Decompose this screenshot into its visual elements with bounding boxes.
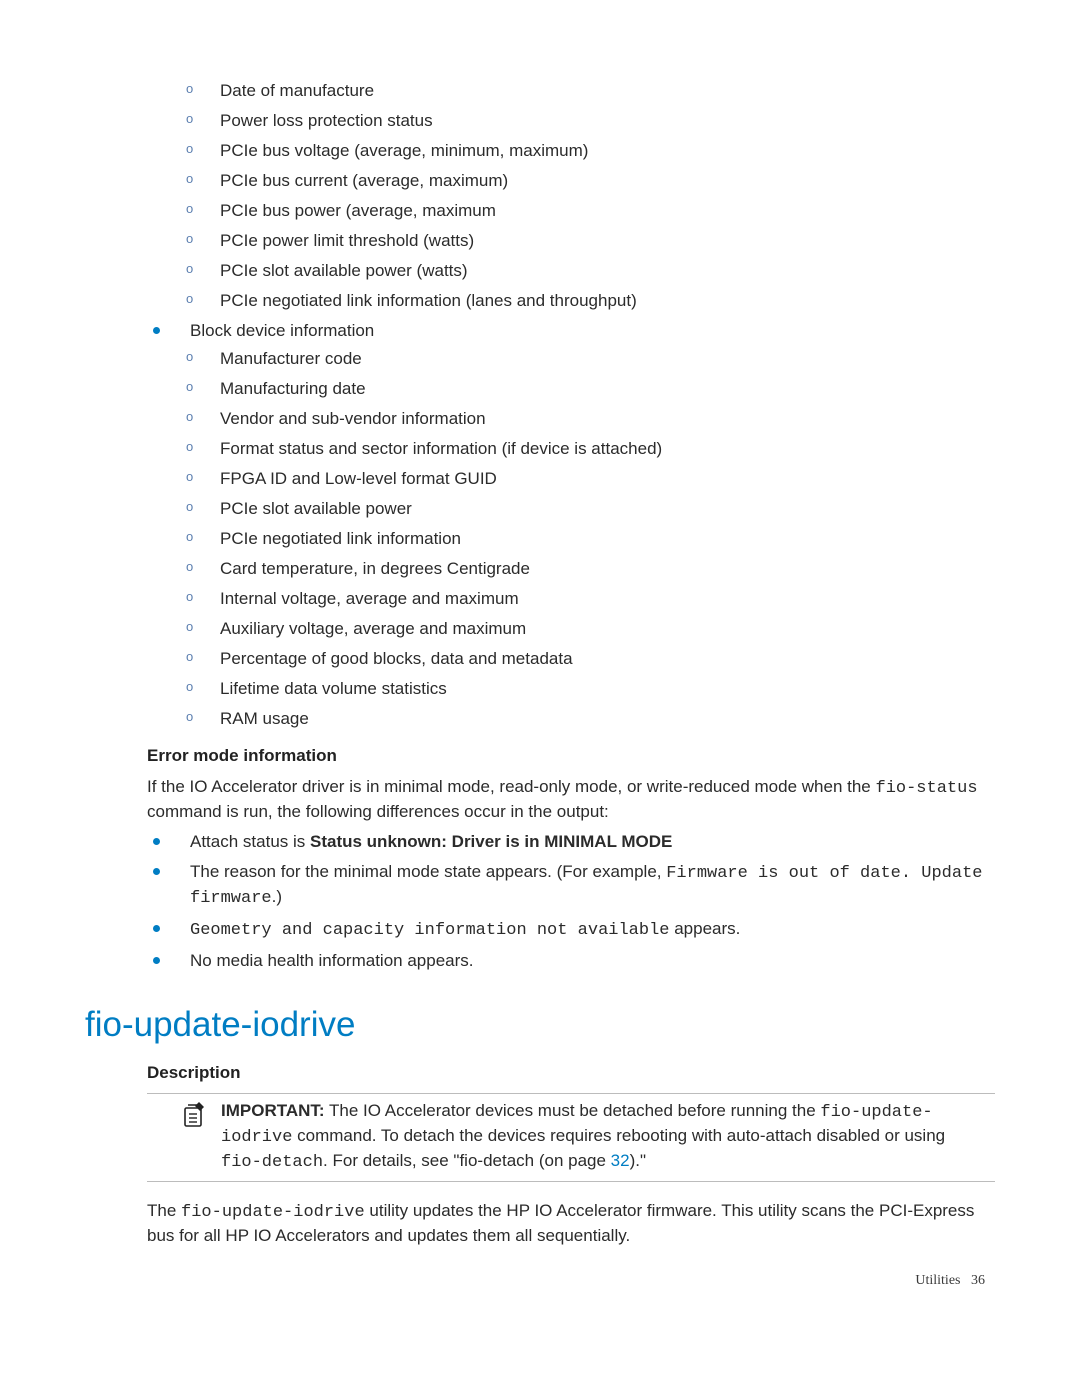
error-mode-intro: If the IO Accelerator driver is in minim… <box>147 776 995 824</box>
page-footer: Utilities 36 <box>915 1273 985 1289</box>
text: The reason for the minimal mode state ap… <box>190 862 666 881</box>
description-heading: Description <box>147 1062 995 1085</box>
list-item: Geometry and capacity information not av… <box>85 918 995 943</box>
page-link[interactable]: 32 <box>611 1151 630 1170</box>
list-item: The reason for the minimal mode state ap… <box>85 861 995 911</box>
inline-code: fio-detach <box>221 1153 323 1172</box>
text: command. To detach the devices requires … <box>292 1126 945 1145</box>
important-callout: IMPORTANT: The IO Accelerator devices mu… <box>147 1093 995 1182</box>
block-device-sublist: Manufacturer code Manufacturing date Ven… <box>118 348 995 730</box>
list-item: Power loss protection status <box>85 110 995 133</box>
list-item: Lifetime data volume statistics <box>118 678 995 701</box>
text: Attach status is <box>190 832 310 851</box>
list-item: Attach status is Status unknown: Driver … <box>85 831 995 854</box>
footer-section: Utilities <box>915 1273 960 1288</box>
text: The <box>147 1201 181 1220</box>
block-device-label: Block device information <box>190 321 374 340</box>
text: If the IO Accelerator driver is in minim… <box>147 777 876 796</box>
list-item: Vendor and sub-vendor information <box>118 408 995 431</box>
list-item: Percentage of good blocks, data and meta… <box>118 648 995 671</box>
bold-text: Status unknown: Driver is in MINIMAL MOD… <box>310 832 672 851</box>
list-item: Manufacturer code <box>118 348 995 371</box>
list-item: PCIe slot available power <box>118 498 995 521</box>
important-label: IMPORTANT: <box>221 1101 325 1120</box>
list-item: Date of manufacture <box>85 80 995 103</box>
list-item: PCIe bus power (average, maximum <box>85 200 995 223</box>
list-item: PCIe slot available power (watts) <box>85 260 995 283</box>
text: The IO Accelerator devices must be detac… <box>325 1101 821 1120</box>
error-mode-list: Attach status is Status unknown: Driver … <box>85 831 995 973</box>
inline-code: fio-update-iodrive <box>181 1203 365 1222</box>
list-item: FPGA ID and Low-level format GUID <box>118 468 995 491</box>
list-item: PCIe power limit threshold (watts) <box>85 230 995 253</box>
list-item: No media health information appears. <box>85 950 995 973</box>
list-item: PCIe bus current (average, maximum) <box>85 170 995 193</box>
list-item: Card temperature, in degrees Centigrade <box>118 558 995 581</box>
section-title: fio-update-iodrive <box>85 1001 995 1048</box>
list-item: PCIe bus voltage (average, minimum, maxi… <box>85 140 995 163</box>
list-item: PCIe negotiated link information <box>118 528 995 551</box>
error-mode-heading: Error mode information <box>147 745 995 768</box>
list-item: PCIe negotiated link information (lanes … <box>85 290 995 313</box>
important-icon <box>147 1100 221 1175</box>
list-item: Manufacturing date <box>118 378 995 401</box>
pcie-info-list: Date of manufacture Power loss protectio… <box>85 80 995 313</box>
text: )." <box>630 1151 646 1170</box>
text: .) <box>272 887 282 906</box>
list-item: Internal voltage, average and maximum <box>118 588 995 611</box>
block-device-section: Block device information Manufacturer co… <box>85 320 995 731</box>
text: . For details, see "fio-detach (on page <box>323 1151 611 1170</box>
block-device-item: Block device information Manufacturer co… <box>85 320 995 731</box>
list-item: Format status and sector information (if… <box>118 438 995 461</box>
list-item: RAM usage <box>118 708 995 731</box>
inline-code: Geometry and capacity information not av… <box>190 921 669 940</box>
text: appears. <box>669 919 740 938</box>
text: command is run, the following difference… <box>147 802 609 821</box>
footer-page-number: 36 <box>971 1273 985 1288</box>
inline-code: fio-status <box>876 779 978 798</box>
description-paragraph: The fio-update-iodrive utility updates t… <box>147 1200 995 1248</box>
important-text: IMPORTANT: The IO Accelerator devices mu… <box>221 1100 995 1175</box>
list-item: Auxiliary voltage, average and maximum <box>118 618 995 641</box>
text: No media health information appears. <box>190 951 474 970</box>
